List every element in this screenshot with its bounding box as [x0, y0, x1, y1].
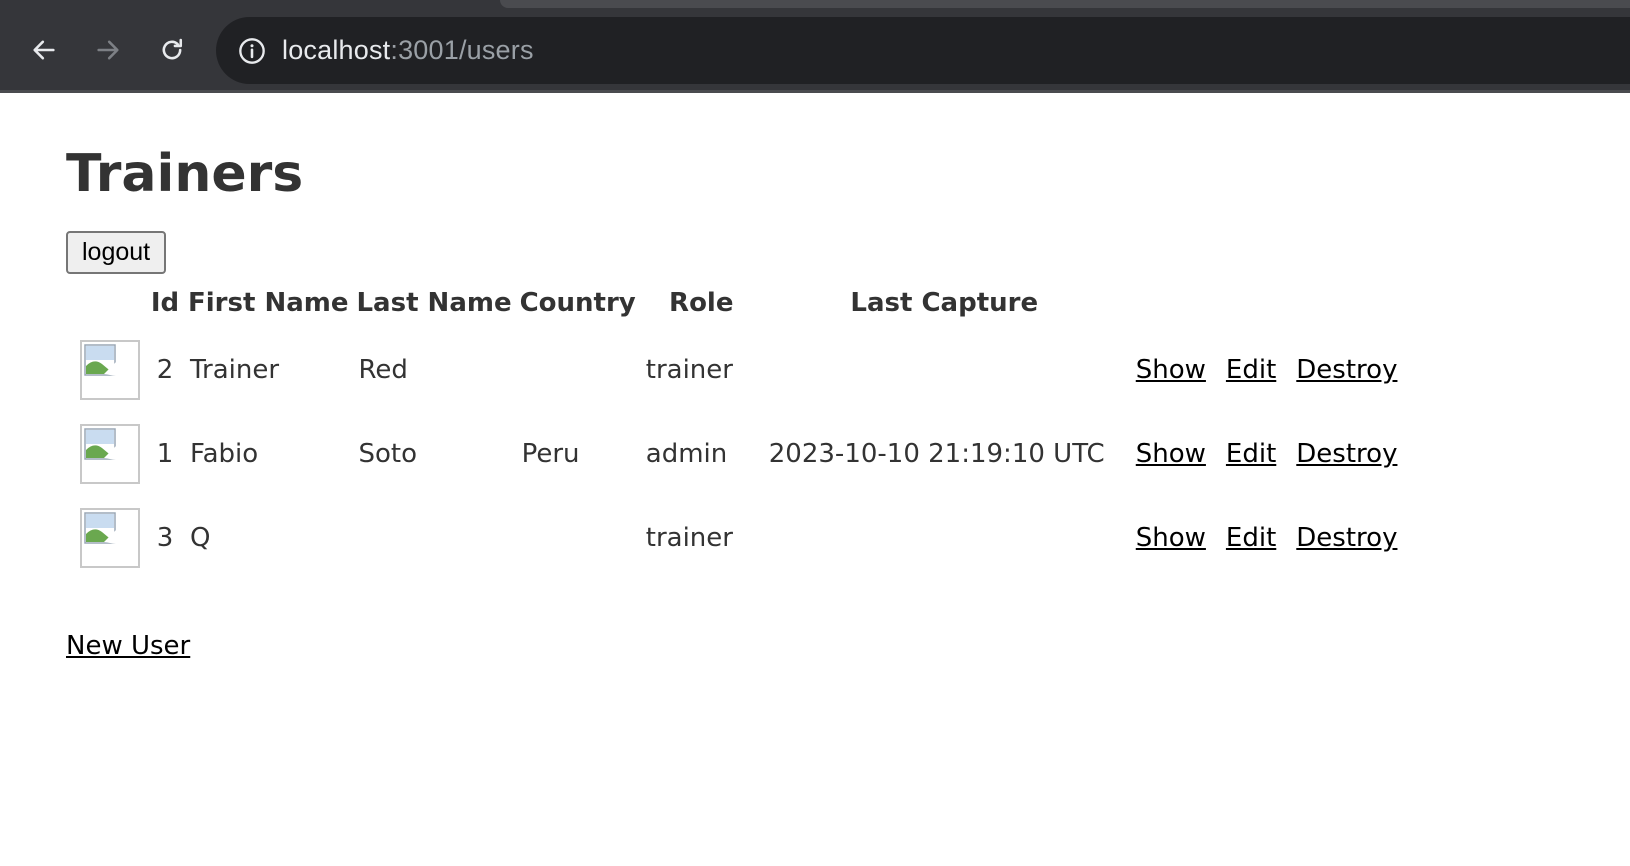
show-link[interactable]: Show [1136, 439, 1206, 469]
header-actions [1290, 280, 1403, 326]
cell-first-name: Trainer [190, 355, 280, 385]
cell-country [520, 330, 636, 410]
cell-country [520, 498, 636, 578]
header-first-name: First Name [188, 288, 349, 318]
cell-role: trainer [645, 355, 733, 385]
cell-id: 2 [156, 355, 174, 385]
users-table: Id First Name Last Name Country Role Las… [70, 276, 1411, 582]
header-actions [1220, 280, 1282, 326]
cell-role: admin [645, 439, 728, 469]
table-row: 2 Trainer Red trainer Show Edit Destroy [78, 330, 1403, 410]
cell-last-capture [767, 330, 1122, 410]
destroy-link[interactable]: Destroy [1296, 355, 1397, 385]
info-icon[interactable] [238, 37, 266, 65]
header-last-name: Last Name [356, 288, 512, 318]
reload-icon [162, 38, 183, 60]
cell-last-capture [767, 498, 1122, 578]
browser-toolbar: localhost:3001/users [0, 0, 1630, 93]
table-row: 1 Fabio Soto Peru admin 2023-10-10 21:19… [78, 414, 1403, 494]
avatar-cell [78, 330, 142, 410]
avatar-cell [78, 414, 142, 494]
table-header-row: Id First Name Last Name Country Role Las… [78, 280, 1403, 326]
show-link[interactable]: Show [1136, 523, 1206, 553]
address-bar[interactable]: localhost:3001/users [216, 17, 1630, 84]
destroy-link[interactable]: Destroy [1296, 439, 1397, 469]
header-country: Country [519, 288, 636, 318]
cell-last-name: Soto [358, 439, 417, 469]
broken-image-icon [80, 424, 140, 484]
page-title: Trainers [66, 144, 304, 204]
table-row: 3 Q trainer Show Edit Destroy [78, 498, 1403, 578]
header-image [78, 280, 142, 326]
header-actions [1130, 280, 1212, 326]
cell-first-name: Q [190, 523, 211, 553]
cell-id: 3 [156, 523, 174, 553]
arrow-left-icon [33, 40, 55, 60]
arrow-right-icon [97, 40, 119, 60]
cell-id: 1 [156, 439, 174, 469]
cell-first-name: Fabio [190, 439, 259, 469]
cell-last-name: Red [358, 355, 408, 385]
show-link[interactable]: Show [1136, 355, 1206, 385]
reload-button[interactable] [152, 30, 192, 70]
header-last-capture: Last Capture [850, 288, 1039, 318]
url-text[interactable]: localhost:3001/users [282, 35, 534, 66]
avatar-cell [78, 498, 142, 578]
cell-last-capture: 2023-10-10 21:19:10 UTC [768, 439, 1105, 469]
cell-role: trainer [645, 523, 733, 553]
logout-button[interactable]: logout [66, 231, 167, 274]
header-id: Id [150, 288, 180, 318]
destroy-link[interactable]: Destroy [1296, 523, 1397, 553]
broken-image-icon [80, 340, 140, 400]
forward-button[interactable] [88, 30, 128, 70]
header-role: Role [669, 288, 734, 318]
url-host: localhost [282, 35, 391, 65]
back-button[interactable] [24, 30, 64, 70]
tab-strip [500, 0, 1630, 8]
broken-image-icon [80, 508, 140, 568]
cell-last-name [356, 498, 511, 578]
edit-link[interactable]: Edit [1226, 523, 1276, 553]
edit-link[interactable]: Edit [1226, 355, 1276, 385]
url-path: :3001/users [390, 35, 534, 65]
edit-link[interactable]: Edit [1226, 439, 1276, 469]
cell-country: Peru [521, 439, 580, 469]
new-user-link[interactable]: New User [66, 631, 190, 661]
